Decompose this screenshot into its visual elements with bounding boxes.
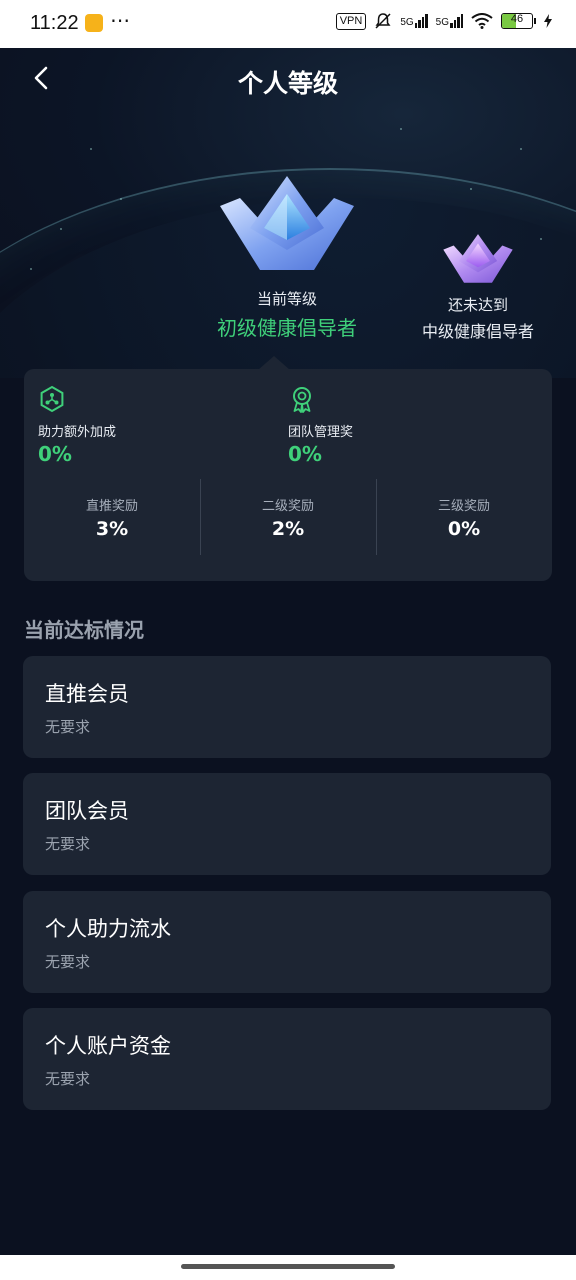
current-level-label: 当前等级 bbox=[256, 290, 317, 308]
card-pointer bbox=[258, 356, 290, 370]
status-bar: 11:22 ⋯ VPN 5G 5G 46 bbox=[0, 0, 576, 48]
current-level-badge-icon bbox=[220, 176, 354, 270]
signal-sim1-icon: 5G bbox=[400, 14, 428, 28]
benefit-team-management: 团队管理奖 0% bbox=[288, 385, 353, 466]
mute-bell-icon bbox=[375, 13, 391, 29]
reward-value: 0% bbox=[447, 518, 481, 540]
requirement-card[interactable]: 团队会员 无要求 bbox=[23, 773, 551, 875]
battery-level: 46 bbox=[510, 13, 524, 25]
reward-direct: 直推奖励 3% bbox=[24, 495, 200, 540]
home-gesture-handle[interactable] bbox=[181, 1264, 395, 1269]
reward-value: 3% bbox=[95, 518, 129, 540]
status-icons: VPN 5G 5G 46 bbox=[335, 12, 552, 30]
reward-label: 三级奖励 bbox=[437, 499, 490, 514]
requirement-card[interactable]: 个人助力流水 无要求 bbox=[23, 891, 551, 993]
reward-label: 直推奖励 bbox=[85, 499, 138, 514]
notification-icon bbox=[85, 14, 103, 32]
signal-sim2-icon: 5G bbox=[436, 14, 463, 28]
battery-icon: 46 bbox=[501, 13, 536, 29]
vpn-icon: VPN bbox=[335, 12, 367, 30]
requirement-name: 团队会员 bbox=[45, 799, 129, 823]
next-level-label: 还未达到 bbox=[447, 296, 508, 314]
sim1-label: 5G bbox=[400, 17, 414, 28]
boost-icon bbox=[40, 385, 64, 413]
requirement-desc: 无要求 bbox=[45, 1070, 91, 1088]
benefit-label: 团队管理奖 bbox=[288, 425, 354, 440]
requirement-desc: 无要求 bbox=[45, 718, 91, 736]
requirement-name: 个人助力流水 bbox=[45, 917, 171, 941]
benefit-boost: 助力额外加成 0% bbox=[38, 385, 116, 466]
benefit-label: 助力额外加成 bbox=[38, 425, 117, 440]
more-notifications-icon: ⋯ bbox=[110, 8, 131, 32]
reward-value: 2% bbox=[271, 518, 305, 540]
requirement-desc: 无要求 bbox=[45, 835, 91, 853]
reward-level-three: 三级奖励 0% bbox=[376, 495, 552, 540]
current-level-name: 初级健康倡导者 bbox=[217, 316, 357, 340]
requirement-name: 个人账户资金 bbox=[45, 1034, 171, 1058]
next-level-badge-icon bbox=[443, 234, 513, 283]
page-title: 个人等级 bbox=[237, 69, 338, 98]
requirement-name: 直推会员 bbox=[45, 682, 129, 706]
reward-label: 二级奖励 bbox=[261, 499, 314, 514]
status-time: 11:22 bbox=[30, 12, 79, 34]
reward-level-two: 二级奖励 2% bbox=[200, 495, 376, 540]
section-title: 当前达标情况 bbox=[24, 618, 144, 642]
benefit-value: 0% bbox=[38, 442, 72, 466]
next-level-name: 中级健康倡导者 bbox=[421, 322, 534, 341]
wifi-icon bbox=[471, 13, 493, 29]
level-benefits-card: 助力额外加成 0% 团队管理奖 0% 直推奖励 3% 二级奖励 2% 三级奖励 … bbox=[24, 369, 552, 581]
charging-icon bbox=[544, 14, 552, 28]
award-icon bbox=[293, 387, 311, 413]
system-nav-bar bbox=[0, 1255, 576, 1280]
requirement-card[interactable]: 直推会员 无要求 bbox=[23, 656, 551, 758]
requirement-card[interactable]: 个人账户资金 无要求 bbox=[23, 1008, 551, 1110]
benefit-value: 0% bbox=[288, 442, 322, 466]
requirement-desc: 无要求 bbox=[45, 953, 91, 971]
sim2-label: 5G bbox=[435, 17, 449, 28]
